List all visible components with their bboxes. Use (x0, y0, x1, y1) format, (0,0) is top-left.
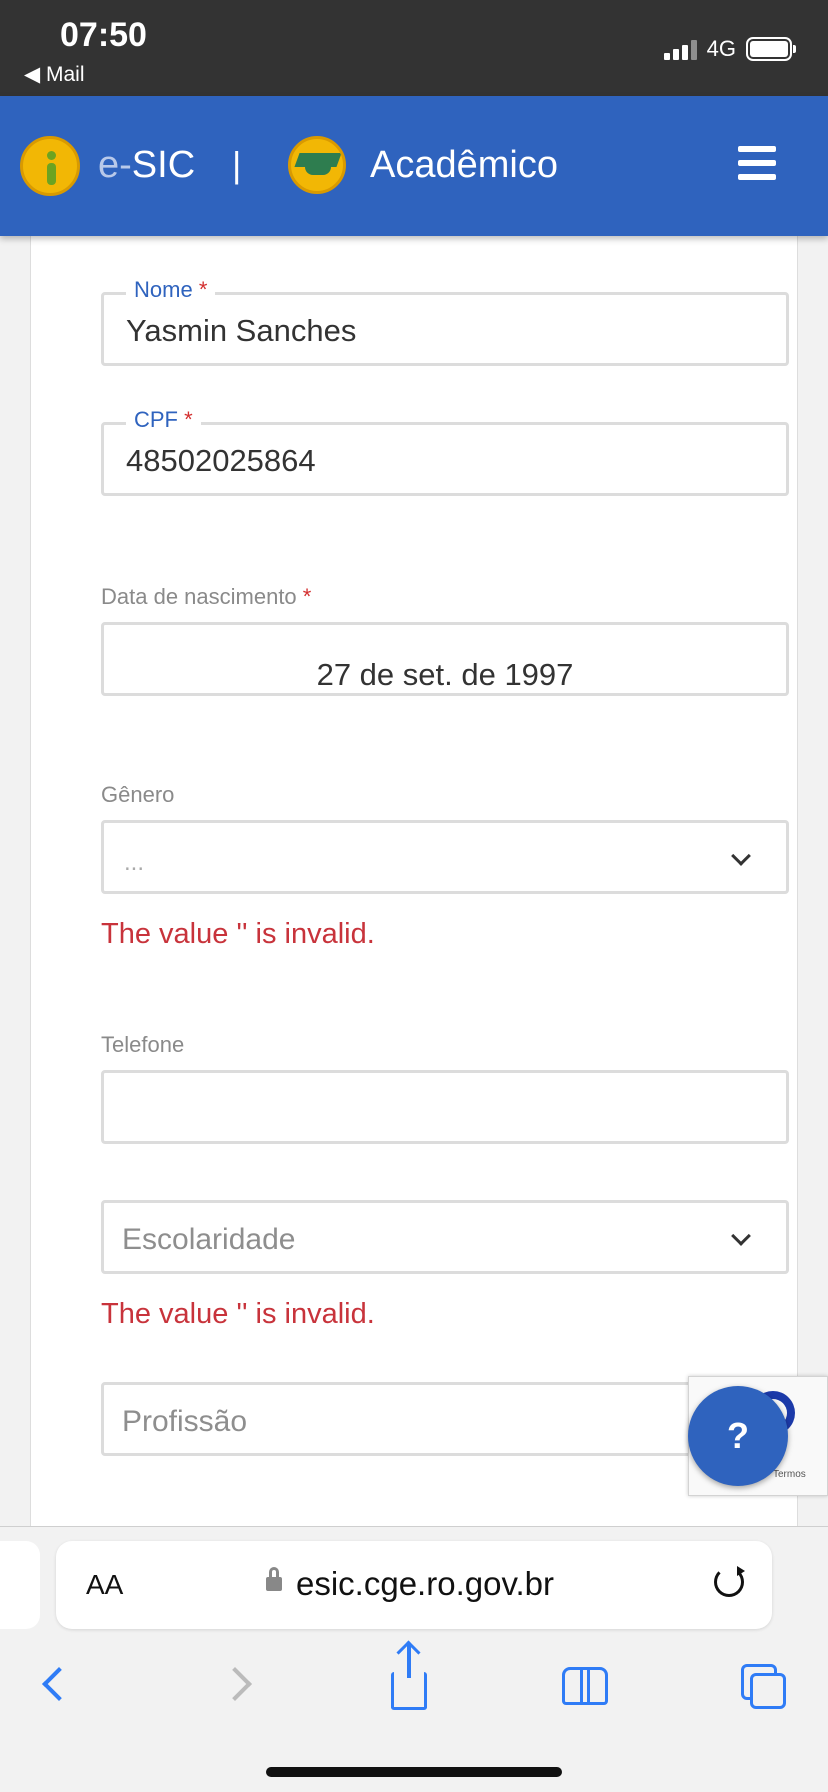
url-text[interactable]: esic.cge.ro.gov.br (296, 1565, 554, 1603)
tabs-button[interactable] (726, 1649, 796, 1719)
birthdate-input[interactable]: 27 de set. de 1997 (101, 622, 789, 696)
header-separator: | (232, 144, 242, 185)
brand-name: SIC (131, 144, 196, 186)
home-indicator[interactable] (266, 1767, 562, 1777)
required-mark: * (184, 407, 193, 432)
nascimento-label: Data de nascimento * (101, 584, 312, 609)
status-bar: 07:50 ◀ Mail 4G (0, 0, 828, 96)
esic-brand[interactable]: e-SIC (98, 144, 195, 187)
previous-tab-peek[interactable] (0, 1541, 40, 1629)
chevron-down-icon (731, 1226, 751, 1246)
menu-icon[interactable] (738, 146, 776, 180)
required-mark: * (302, 584, 312, 609)
browser-bottom-bar: AA esic.cge.ro.gov.br (0, 1526, 828, 1792)
forward-button[interactable] (200, 1649, 270, 1719)
escolaridade-placeholder: Escolaridade (122, 1223, 296, 1256)
address-bar[interactable]: AA esic.cge.ro.gov.br (56, 1541, 772, 1629)
back-to-mail-link[interactable]: ◀ Mail (24, 62, 85, 87)
cpf-label: CPF * (126, 407, 201, 433)
genero-error: The value '' is invalid. (101, 918, 375, 950)
escolaridade-error: The value '' is invalid. (101, 1298, 375, 1330)
genero-label: Gênero (101, 782, 175, 807)
required-mark: * (198, 277, 208, 302)
tabs-icon (741, 1664, 786, 1709)
graduation-cap-logo-icon (288, 136, 346, 194)
telefone-input[interactable] (101, 1070, 789, 1144)
escolaridade-select[interactable]: Escolaridade (101, 1200, 789, 1274)
network-type: 4G (706, 36, 736, 61)
birthdate-value: 27 de set. de 1997 (316, 657, 574, 692)
status-indicators: 4G (663, 36, 796, 62)
profissao-input[interactable]: Profissão (101, 1382, 789, 1456)
browser-toolbar (0, 1644, 828, 1729)
battery-icon (746, 37, 796, 61)
back-arrow-icon (42, 1667, 76, 1701)
genero-selected-value: ... (124, 849, 145, 876)
telefone-label: Telefone (101, 1032, 185, 1057)
lock-icon (266, 1567, 282, 1591)
app-header: e-SIC | Acadêmico (0, 96, 828, 236)
share-button[interactable] (374, 1644, 444, 1719)
status-time: 07:50 (60, 16, 147, 54)
nome-field[interactable]: Nome * Yasmin Sanches (101, 277, 789, 366)
genero-select[interactable]: ... (101, 820, 789, 894)
page-title: Acadêmico (370, 144, 558, 186)
help-button[interactable]: ? (688, 1386, 788, 1486)
profissao-placeholder: Profissão (122, 1405, 248, 1438)
forward-arrow-icon (218, 1667, 252, 1701)
nome-label: Nome * (126, 277, 216, 303)
back-button[interactable] (24, 1649, 94, 1719)
reload-icon[interactable] (714, 1566, 745, 1597)
brand-prefix: e- (98, 144, 132, 186)
cpf-value: 48502025864 (126, 443, 316, 478)
cpf-field[interactable]: CPF * 48502025864 (101, 407, 789, 496)
chevron-down-icon (731, 846, 751, 866)
signal-icon (663, 38, 697, 60)
recaptcha-terms-link[interactable]: Termos (773, 1469, 806, 1480)
nome-value: Yasmin Sanches (126, 313, 357, 348)
share-icon (391, 1644, 427, 1710)
esic-info-logo-icon[interactable] (20, 136, 80, 196)
bookmarks-button[interactable] (550, 1649, 620, 1719)
bookmarks-icon (562, 1667, 608, 1705)
reader-settings-button[interactable]: AA (86, 1569, 123, 1601)
form-card: Nome * Yasmin Sanches CPF * 48502025864 … (30, 236, 798, 1526)
